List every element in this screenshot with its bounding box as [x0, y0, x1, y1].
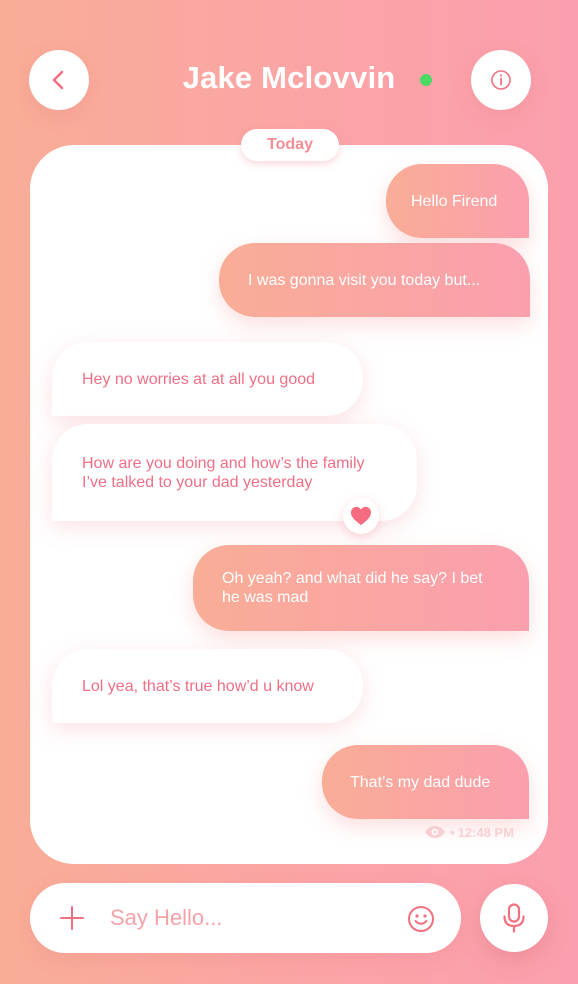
message-bubble-incoming[interactable]: Hey no worries at at all you good [52, 342, 363, 416]
message-text-line: he was mad [222, 589, 309, 606]
message-text: Lol yea, that’s true how’d u know [82, 677, 314, 695]
date-divider: Today [241, 129, 339, 161]
info-icon [491, 70, 511, 90]
chat-header: Jake Mclovvin [0, 0, 578, 140]
message-text: Hello Firend [411, 192, 498, 210]
emoji-button[interactable] [406, 904, 436, 934]
add-attachment-button[interactable] [58, 904, 86, 932]
voice-message-button[interactable] [480, 884, 548, 952]
message-bubble-incoming[interactable]: Lol yea, that’s true how’d u know [52, 649, 363, 723]
eye-icon [424, 825, 446, 839]
microphone-icon [503, 903, 525, 933]
message-text-line: How are you doing and how’s the family [82, 454, 365, 472]
online-status-dot [420, 74, 432, 86]
message-composer [30, 883, 461, 953]
smiley-icon [408, 906, 434, 932]
message-bubble-outgoing[interactable]: Oh yeah? and what did he say? I bet he w… [193, 545, 529, 631]
status-separator: • [450, 824, 455, 840]
message-bubble-outgoing[interactable]: Hello Firend [386, 164, 529, 238]
message-input[interactable] [110, 901, 390, 935]
heart-icon [351, 506, 371, 526]
plus-icon [60, 906, 84, 930]
message-bubble-outgoing[interactable]: That’s my dad dude [322, 745, 529, 819]
message-time: 12:48 PM [457, 824, 514, 840]
message-text: That’s my dad dude [350, 773, 491, 791]
reaction-badge[interactable] [343, 498, 379, 534]
message-text: I was gonna visit you today but... [248, 271, 481, 289]
message-text-line: I’ve talked to your dad yesterday [82, 473, 313, 491]
message-bubble-outgoing[interactable]: I was gonna visit you today but... [219, 243, 530, 317]
message-text-line: Oh yeah? and what did he say? I bet [222, 570, 483, 587]
read-receipt: • 12:48 PM [424, 822, 514, 842]
message-text: Hey no worries at at all you good [82, 370, 316, 388]
info-button[interactable] [471, 50, 531, 110]
